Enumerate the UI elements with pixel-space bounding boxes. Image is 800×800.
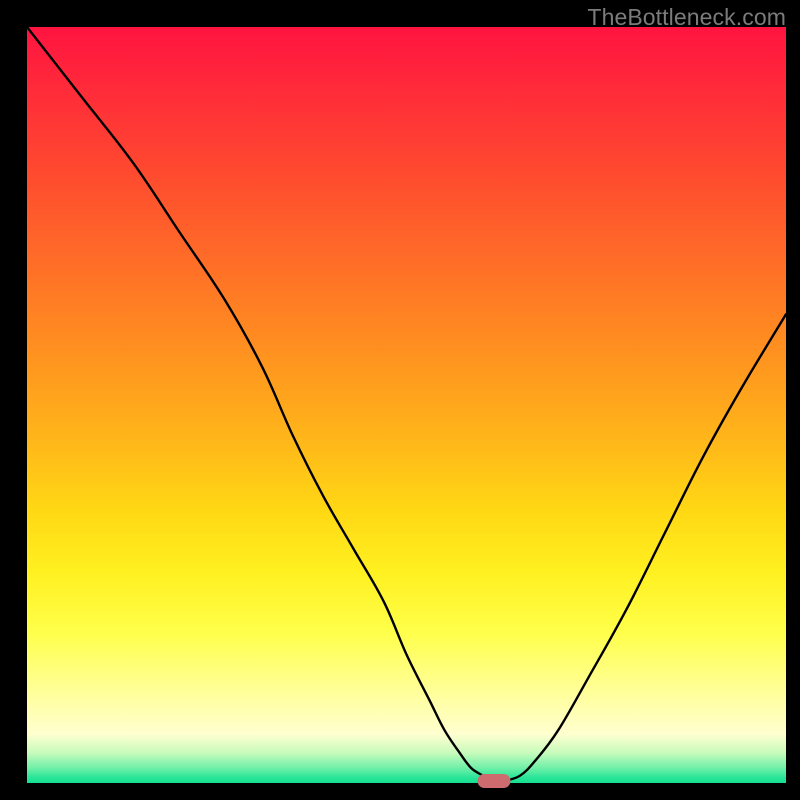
bottleneck-curve <box>27 27 786 783</box>
watermark-text: TheBottleneck.com <box>587 4 786 31</box>
chart-frame: TheBottleneck.com <box>0 0 800 800</box>
optimum-marker <box>477 774 510 788</box>
plot-area <box>27 27 786 783</box>
